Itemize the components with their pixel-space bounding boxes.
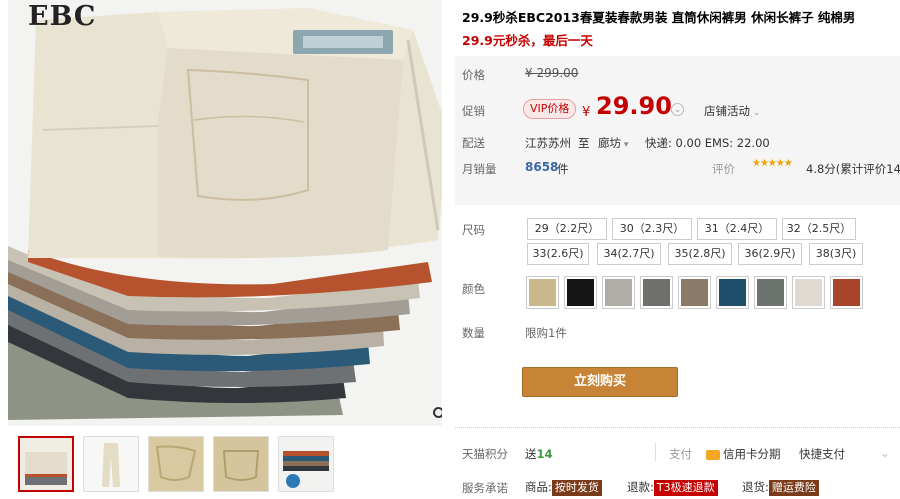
brand-logo: EBC <box>28 1 97 32</box>
size-option-34[interactable]: 34(2.7尺) <box>597 243 661 265</box>
rating-label: 评价 <box>712 162 735 176</box>
purchase-limit: 限购1件 <box>525 326 567 340</box>
on-time-ship-badge[interactable]: 按时发货 <box>551 480 602 496</box>
delivery-destination: 廊坊 <box>598 136 621 150</box>
service-refund: 退款: T3极速退款 <box>627 479 718 496</box>
caret-down-icon: ▾ <box>621 140 629 150</box>
divider <box>455 427 900 428</box>
size-option-31[interactable]: 31（2.4尺） <box>697 218 777 240</box>
quick-pay[interactable]: 快捷支付 <box>799 446 845 462</box>
color-swatch-5[interactable] <box>678 276 711 309</box>
color-swatch-6[interactable] <box>716 276 749 309</box>
credit-card-icon <box>706 449 720 460</box>
swatch-fill <box>833 279 860 306</box>
service-label: 服务承诺 <box>462 481 508 495</box>
currency-symbol: ¥ <box>582 105 591 120</box>
sales-label: 月销量 <box>462 162 497 176</box>
fast-refund-badge[interactable]: T3极速退款 <box>653 480 718 496</box>
rating-value[interactable]: 4.8分(累计评价14 <box>806 161 900 177</box>
product-page: EBC 29.9秒杀EBC2013春夏装春款男装 直筒休闲裤男 休闲长裤子 纯棉… <box>0 0 900 499</box>
chevron-down-icon: ⌄ <box>750 108 761 118</box>
product-main-image[interactable]: EBC <box>8 0 442 426</box>
chevron-down-icon[interactable]: ⌄ <box>880 446 890 460</box>
original-price: ¥ 299.00 <box>525 66 579 80</box>
promo-label: 促销 <box>462 104 485 118</box>
delivery-from: 江苏苏州 <box>525 136 571 150</box>
chevron-down-icon[interactable]: ⌄ <box>671 103 684 116</box>
color-swatch-7[interactable] <box>754 276 787 309</box>
sales-unit: 件 <box>557 162 569 176</box>
payment-label: 支付 <box>669 447 692 461</box>
swatch-fill <box>681 279 708 306</box>
size-option-38[interactable]: 38(3尺) <box>809 243 863 265</box>
swatch-fill <box>719 279 746 306</box>
size-option-36[interactable]: 36(2.9尺) <box>738 243 802 265</box>
thumbnail-5[interactable] <box>278 436 334 492</box>
points-prefix: 送 <box>525 447 537 461</box>
swatch-fill <box>643 279 670 306</box>
thumb-1-image <box>20 438 72 490</box>
thumb-2-image <box>84 437 138 491</box>
service-return: 退货: 赠运费险 <box>742 479 819 496</box>
color-swatch-9[interactable] <box>830 276 863 309</box>
points-number: 14 <box>536 447 553 461</box>
refund-label: 退款: <box>627 480 654 494</box>
size-option-29[interactable]: 29（2.2尺） <box>527 218 607 240</box>
price-panel <box>455 56 900 205</box>
thumb-3-image <box>149 437 203 491</box>
color-swatch-1[interactable] <box>526 276 559 309</box>
promo-price: 29.90 <box>596 92 672 120</box>
size-option-35[interactable]: 35(2.8尺) <box>668 243 732 265</box>
color-label: 颜色 <box>462 282 485 296</box>
goods-label: 商品: <box>525 480 552 494</box>
points-value: 送14 <box>525 446 553 462</box>
thumbnail-4[interactable] <box>213 436 269 492</box>
size-option-30[interactable]: 30（2.3尺） <box>612 218 692 240</box>
return-label: 退货: <box>742 480 769 494</box>
service-goods: 商品: 按时发货 <box>525 479 602 496</box>
thumb-5-image <box>279 437 333 491</box>
sales-count: 8658 <box>525 160 559 174</box>
credit-installment[interactable]: 信用卡分期 <box>706 446 781 462</box>
size-option-32[interactable]: 32（2.5尺） <box>782 218 856 240</box>
buy-now-button[interactable]: 立刻购买 <box>522 367 678 397</box>
product-subtitle: 29.9元秒杀，最后一天 <box>462 33 593 48</box>
size-option-33[interactable]: 33(2.6尺) <box>527 243 589 265</box>
swatch-fill <box>529 279 556 306</box>
thumbnail-3[interactable] <box>148 436 204 492</box>
quantity-label: 数量 <box>462 326 485 340</box>
swatch-fill <box>757 279 784 306</box>
thumbnail-1[interactable] <box>18 436 74 492</box>
shipping-fees: 快递: 0.00 EMS: 22.00 <box>645 136 770 150</box>
zoom-icon[interactable] <box>432 406 442 422</box>
swatch-fill <box>795 279 822 306</box>
thumbnail-strip <box>18 436 334 492</box>
color-swatch-4[interactable] <box>640 276 673 309</box>
size-label: 尺码 <box>462 223 485 237</box>
delivery-to-word: 至 <box>578 136 590 150</box>
separator <box>655 443 656 461</box>
rating-stars-icon: ★★★★★ <box>752 158 793 169</box>
color-swatch-2[interactable] <box>564 276 597 309</box>
swatch-fill <box>605 279 632 306</box>
pants-stack-illustration <box>8 0 442 426</box>
thumb-4-image <box>214 437 268 491</box>
swatch-fill <box>567 279 594 306</box>
price-label: 价格 <box>462 68 485 82</box>
points-label: 天猫积分 <box>462 447 508 461</box>
color-swatch-3[interactable] <box>602 276 635 309</box>
product-title: 29.9秒杀EBC2013春夏装春款男装 直筒休闲裤男 休闲长裤子 纯棉男 <box>462 10 856 25</box>
store-promo-dropdown[interactable]: 店铺活动 ⌄ <box>704 103 760 119</box>
thumbnail-2[interactable] <box>83 436 139 492</box>
delivery-destination-select[interactable]: 廊坊 ▾ <box>598 135 628 151</box>
color-swatch-8[interactable] <box>792 276 825 309</box>
return-shipping-insurance-badge[interactable]: 赠运费险 <box>768 480 819 496</box>
store-promo-label: 店铺活动 <box>704 104 750 118</box>
delivery-label: 配送 <box>462 136 485 150</box>
credit-installment-label: 信用卡分期 <box>723 447 781 461</box>
vip-price-badge[interactable]: VIP价格 <box>523 99 577 119</box>
